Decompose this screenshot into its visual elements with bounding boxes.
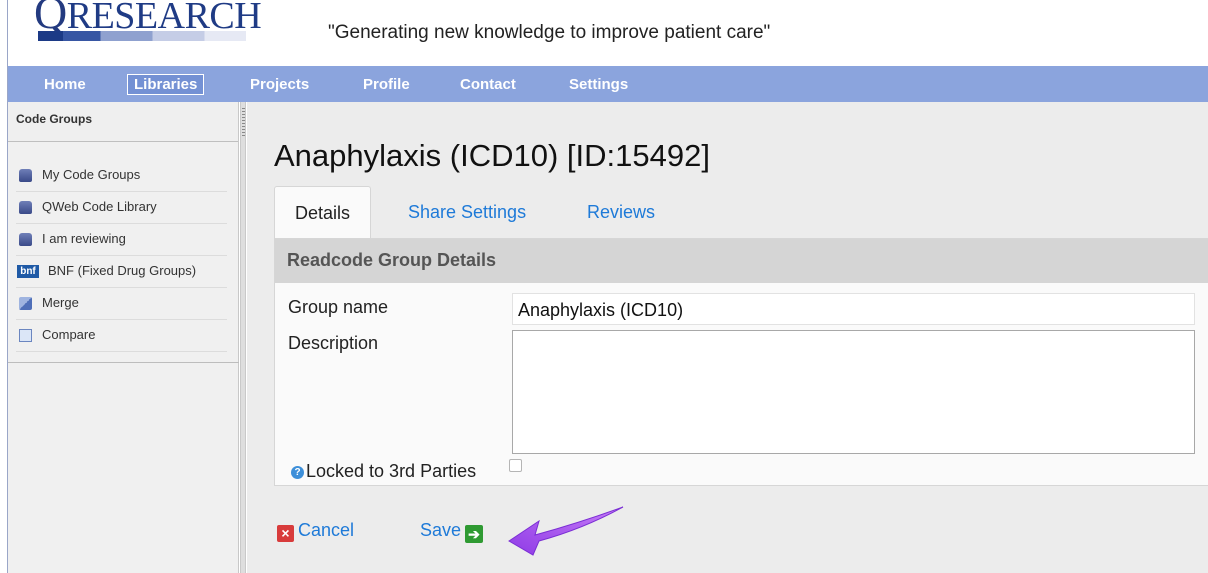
sidebar: Code Groups My Code Groups QWeb Code Lib… [8,102,239,573]
tab-details[interactable]: Details [274,186,372,238]
merge-icon [19,297,32,310]
sidebar-item-qweb-code-library[interactable]: QWeb Code Library [16,192,227,224]
details-panel: Readcode Group Details Group name Anaphy… [274,238,1208,486]
sidebar-splitter[interactable] [240,102,246,573]
sidebar-item-label: BNF (Fixed Drug Groups) [48,263,197,278]
nav-home[interactable]: Home [44,76,86,93]
help-icon[interactable]: ? [291,466,304,479]
cancel-label: Cancel [298,520,355,540]
panel-heading: Readcode Group Details [275,239,1208,283]
bnf-icon: bnf [17,265,39,278]
sidebar-item-bnf[interactable]: bnf BNF (Fixed Drug Groups) [16,256,227,288]
arrow-right-icon: ➔ [465,525,484,543]
logo-bars [38,31,246,41]
group-name-input[interactable]: Anaphylaxis (ICD10) [512,293,1195,325]
annotation-arrow-icon [508,506,624,556]
save-button[interactable]: Save ➔ [420,520,484,543]
locked-checkbox[interactable] [509,459,522,472]
header: QRESEARCH "Generating new knowledge to i… [8,0,1208,66]
description-label: Description [288,333,379,353]
database-icon [19,201,32,214]
sidebar-item-merge[interactable]: Merge [16,288,227,320]
nav-projects[interactable]: Projects [250,76,309,93]
sidebar-item-label: I am reviewing [42,231,126,246]
splitter-grip[interactable] [242,108,245,138]
sidebar-title: Code Groups [8,102,238,142]
compare-icon [19,329,32,342]
nav-libraries[interactable]: Libraries [127,74,205,95]
main-content: Anaphylaxis (ICD10) [ID:15492] Details S… [247,102,1208,573]
tab-reviews[interactable]: Reviews [587,186,655,238]
page-title: Anaphylaxis (ICD10) [ID:15492] [274,138,710,173]
locked-label: Locked to 3rd Parties [306,461,477,481]
group-name-label: Group name [288,297,389,317]
sidebar-list: My Code Groups QWeb Code Library I am re… [8,142,239,363]
sidebar-item-label: Merge [42,295,79,310]
tab-share-settings[interactable]: Share Settings [408,186,526,238]
tagline: "Generating new knowledge to improve pat… [328,22,771,43]
save-label: Save [420,520,462,540]
app-frame: QRESEARCH "Generating new knowledge to i… [7,0,1208,573]
cancel-x-icon: × [277,525,294,542]
sidebar-item-i-am-reviewing[interactable]: I am reviewing [16,224,227,256]
database-icon [19,233,32,246]
database-icon [19,169,32,182]
nav-settings[interactable]: Settings [569,76,628,93]
qresearch-logo: QRESEARCH [34,0,262,42]
sidebar-item-label: Compare [42,327,96,342]
sidebar-item-my-code-groups[interactable]: My Code Groups [16,160,227,192]
nav-contact[interactable]: Contact [460,76,516,93]
sidebar-item-label: My Code Groups [42,167,141,182]
sidebar-item-compare[interactable]: Compare [16,320,227,352]
description-textarea[interactable] [512,330,1195,454]
cancel-button[interactable]: × Cancel [277,520,354,542]
sidebar-item-label: QWeb Code Library [42,199,157,214]
nav-profile[interactable]: Profile [363,76,410,93]
main-nav: Home Libraries Projects Profile Contact … [8,66,1208,102]
